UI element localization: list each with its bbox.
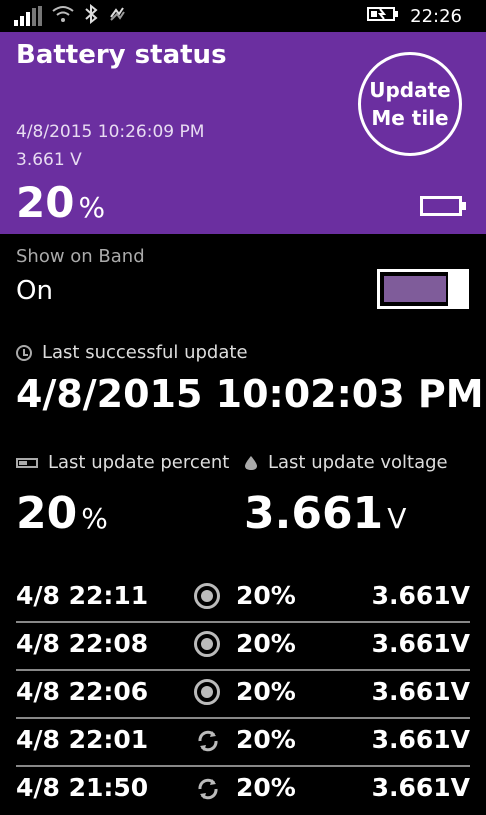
last-update-percent-unit: % [81, 502, 108, 535]
history-row[interactable]: 4/8 22:01 20% 3.661V [16, 719, 470, 767]
history-row[interactable]: 4/8 22:11 20% 3.661V [16, 575, 470, 623]
status-right: 22:26 [366, 4, 462, 28]
bluetooth-icon [84, 3, 98, 28]
last-update-percent-value: 20% [16, 488, 108, 539]
history-time: 4/8 22:11 [16, 581, 149, 610]
data-sense-icon [108, 5, 126, 27]
header-timestamp: 4/8/2015 10:26:09 PM [16, 122, 205, 142]
history-time: 4/8 22:06 [16, 677, 149, 706]
history-percent: 20% [236, 725, 296, 754]
radio-icon [194, 583, 222, 611]
voltage-drop-icon [245, 455, 257, 470]
battery-small-icon [16, 457, 38, 468]
history-voltage: 3.661V [371, 629, 470, 658]
header-panel: Battery status 4/8/2015 10:26:09 PM 3.66… [0, 32, 486, 234]
header-percent-unit: % [78, 191, 106, 224]
header-percent-value: 20 [16, 178, 75, 227]
last-update-voltage-unit: V [387, 502, 407, 535]
show-on-band-label: Show on Band [16, 246, 145, 267]
history-time: 4/8 22:01 [16, 725, 149, 754]
history-time: 4/8 22:08 [16, 629, 149, 658]
sync-icon [198, 778, 218, 800]
update-tile-line1: Update [369, 78, 451, 102]
history-row[interactable]: 4/8 22:08 20% 3.661V [16, 623, 470, 671]
signal-icon [14, 6, 42, 26]
last-update-percent-label: Last update percent [48, 452, 230, 473]
history-percent: 20% [236, 581, 296, 610]
last-update-percent-number: 20 [16, 488, 78, 539]
header-voltage: 3.661 V [16, 150, 82, 170]
last-update-voltage-number: 3.661 [244, 488, 384, 539]
page-title: Battery status [16, 40, 227, 70]
history-voltage: 3.661V [371, 725, 470, 754]
history-voltage: 3.661V [371, 581, 470, 610]
status-bar: 22:26 [0, 0, 486, 32]
toggle-fill [384, 276, 446, 302]
last-update-voltage-label: Last update voltage [268, 452, 448, 473]
show-on-band-value: On [16, 276, 53, 306]
history-percent: 20% [236, 773, 296, 802]
last-update-voltage-header: Last update voltage [244, 452, 448, 473]
update-me-tile-button[interactable]: Update Me tile [358, 52, 462, 156]
toggle-knob[interactable] [448, 269, 466, 309]
update-tile-line2: Me tile [371, 106, 449, 130]
history-row[interactable]: 4/8 22:06 20% 3.661V [16, 671, 470, 719]
history-row[interactable]: 4/8 21:50 20% 3.661V [16, 767, 470, 815]
history-list: 4/8 22:11 20% 3.661V 4/8 22:08 20% 3.661… [16, 575, 470, 815]
history-voltage: 3.661V [371, 773, 470, 802]
last-update-voltage-value: 3.661 V [244, 488, 406, 539]
history-percent: 20% [236, 629, 296, 658]
clock-text: 22:26 [410, 5, 462, 27]
last-successful-update-label: Last successful update [42, 342, 248, 363]
sync-icon [198, 730, 218, 752]
status-icons [14, 3, 126, 28]
radio-icon [194, 679, 222, 707]
last-successful-update-header: Last successful update [16, 342, 248, 363]
history-percent: 20% [236, 677, 296, 706]
last-successful-update-value: 4/8/2015 10:02:03 PM [16, 372, 484, 416]
radio-icon [194, 631, 222, 659]
clock-icon [16, 344, 32, 361]
header-percent: 20% [16, 180, 105, 231]
show-on-band-toggle[interactable] [377, 269, 469, 309]
battery-icon [420, 196, 466, 216]
history-voltage: 3.661V [371, 677, 470, 706]
last-update-percent-header: Last update percent [16, 452, 229, 473]
battery-charging-icon [366, 5, 400, 28]
history-time: 4/8 21:50 [16, 773, 149, 802]
wifi-icon [52, 5, 74, 27]
